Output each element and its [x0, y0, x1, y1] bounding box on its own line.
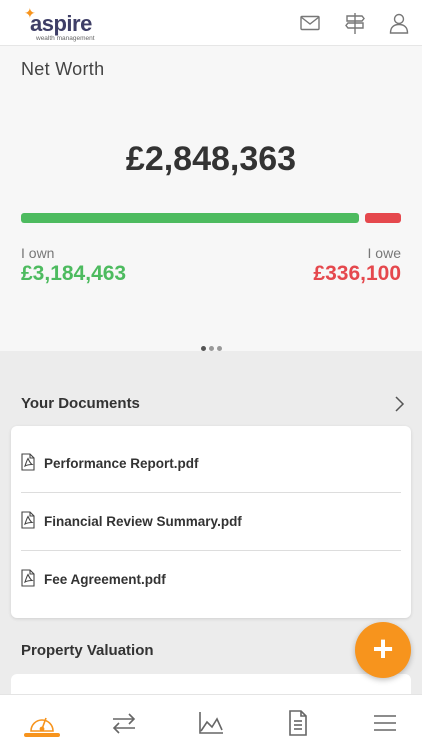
aspire-logo[interactable]: ✦ aspire wealth management: [22, 6, 102, 42]
own-bar: [21, 213, 359, 223]
logo-tagline: wealth management: [36, 35, 95, 42]
document-name: Fee Agreement.pdf: [44, 572, 166, 587]
document-row[interactable]: Fee Agreement.pdf: [11, 542, 411, 600]
pdf-file-icon: [21, 453, 35, 471]
document-row[interactable]: Performance Report.pdf: [11, 426, 411, 484]
owe-value: £336,100: [313, 262, 401, 285]
tab-dashboard[interactable]: [0, 695, 84, 750]
page-indicator[interactable]: [0, 338, 422, 356]
net-worth-panel[interactable]: Net Worth £2,848,363 I own I owe £3,184,…: [0, 46, 422, 351]
document-name: Performance Report.pdf: [44, 456, 199, 471]
bottom-tab-bar: [0, 694, 422, 750]
app-header: ✦ aspire wealth management: [0, 0, 422, 46]
own-label: I own: [21, 245, 55, 261]
area-chart-icon: [199, 712, 223, 734]
page-dot[interactable]: [208, 346, 214, 351]
plus-icon: +: [372, 628, 394, 669]
tab-menu[interactable]: [343, 695, 422, 750]
owe-label: I owe: [367, 245, 401, 261]
net-worth-total: £2,848,363: [125, 140, 297, 178]
chevron-right-icon[interactable]: [392, 395, 406, 413]
transfer-arrows-icon: [112, 713, 136, 734]
tab-documents[interactable]: [256, 695, 340, 750]
pdf-file-icon: [21, 511, 35, 529]
net-worth-label: Net Worth: [21, 59, 105, 79]
gauge-icon: [30, 717, 54, 732]
add-button[interactable]: +: [355, 622, 411, 678]
tab-transfers[interactable]: [82, 695, 166, 750]
documents-section-title: Your Documents: [21, 395, 140, 412]
page-dot[interactable]: [200, 346, 206, 351]
tab-performance[interactable]: [169, 695, 253, 750]
document-row[interactable]: Financial Review Summary.pdf: [11, 484, 411, 542]
page-dot[interactable]: [216, 346, 222, 351]
owe-bar: [365, 213, 401, 223]
logo-wordmark: aspire: [30, 11, 92, 36]
signpost-icon[interactable]: [343, 11, 367, 35]
mail-icon[interactable]: [298, 11, 322, 35]
pdf-file-icon: [21, 569, 35, 587]
user-icon[interactable]: [387, 11, 411, 35]
menu-icon: [374, 715, 396, 731]
document-name: Financial Review Summary.pdf: [44, 514, 242, 529]
document-icon: [289, 710, 307, 736]
own-value: £3,184,463: [21, 262, 127, 285]
property-section-title: Property Valuation: [21, 642, 154, 659]
documents-card: Performance Report.pdf Financial Review …: [11, 426, 411, 618]
